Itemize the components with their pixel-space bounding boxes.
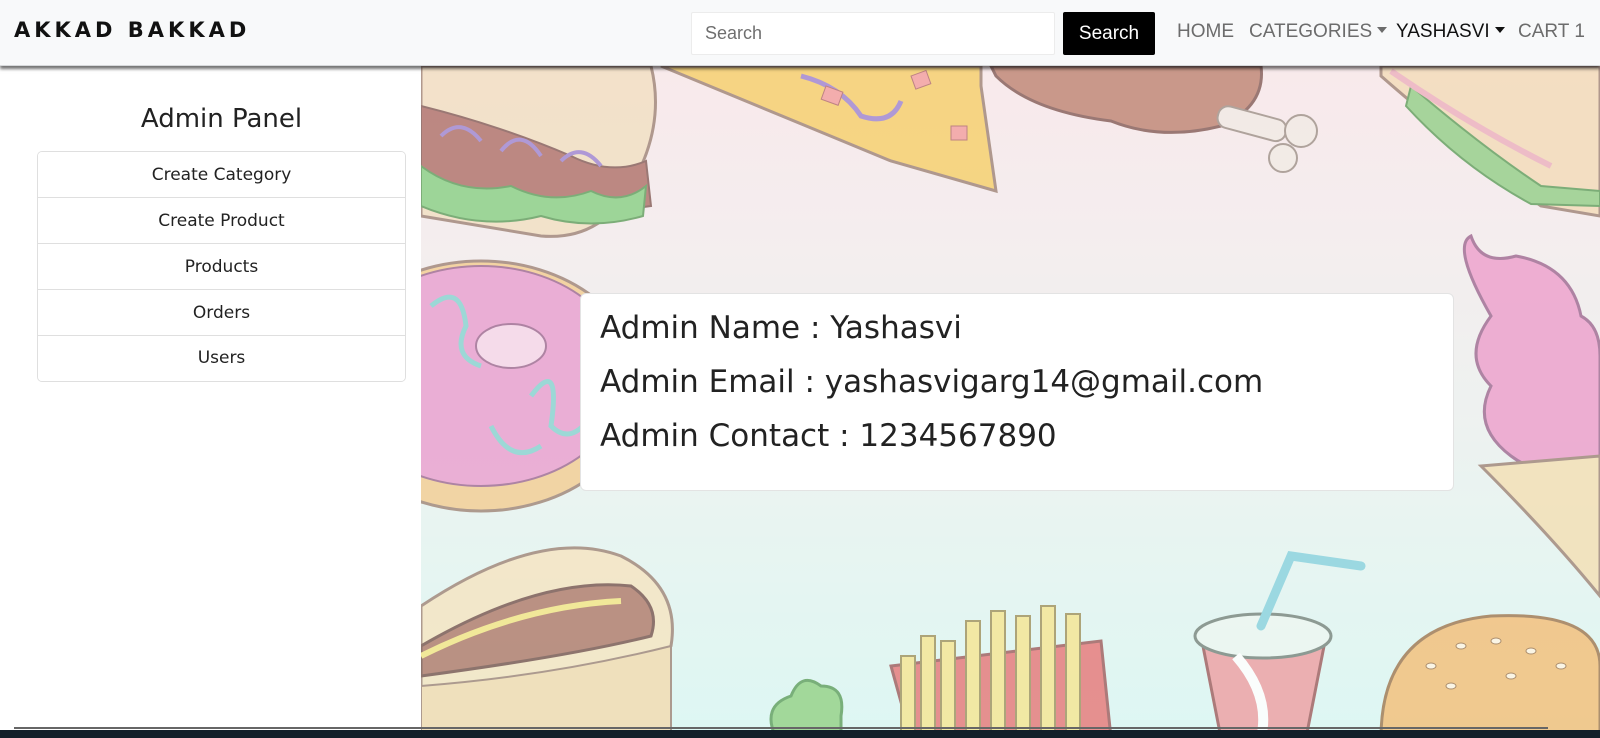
caret-down-icon: [1377, 27, 1388, 33]
search-button[interactable]: Search: [1063, 12, 1155, 55]
nav-categories-label: CATEGORIES: [1249, 21, 1373, 42]
nav-home-label: HOME: [1177, 21, 1234, 42]
nav-cart-label: CART 1: [1518, 21, 1585, 42]
menu-item-users[interactable]: Users: [38, 336, 405, 381]
brand-logo[interactable]: AKKAD BAKKAD: [14, 18, 250, 42]
menu-item-products[interactable]: Products: [38, 244, 405, 290]
top-navbar: AKKAD BAKKAD Search HOME CATEGORIES YASH…: [0, 0, 1600, 66]
admin-panel-title: Admin Panel: [140, 104, 303, 134]
nav-user-label: YASHASVI: [1396, 21, 1490, 42]
caret-down-icon: [1494, 27, 1505, 33]
nav-home-link[interactable]: HOME: [1177, 21, 1234, 43]
menu-item-create-product[interactable]: Create Product: [38, 198, 405, 244]
nav-user-dropdown[interactable]: YASHASVI: [1396, 21, 1505, 43]
footer: [0, 730, 1600, 738]
admin-menu: Create Category Create Product Products …: [37, 151, 406, 382]
nav-cart-link[interactable]: CART 1: [1518, 21, 1585, 43]
menu-item-orders[interactable]: Orders: [38, 290, 405, 336]
admin-contact-text: Admin Contact : 1234567890: [600, 418, 1057, 454]
nav-categories-dropdown[interactable]: CATEGORIES: [1249, 21, 1388, 43]
admin-email-text: Admin Email : yashasvigarg14@gmail.com: [600, 364, 1264, 400]
admin-info-card: Admin Name : Yashasvi Admin Email : yash…: [580, 293, 1454, 491]
admin-name-text: Admin Name : Yashasvi: [600, 310, 962, 346]
menu-item-create-category[interactable]: Create Category: [38, 152, 405, 198]
search-input[interactable]: [691, 12, 1055, 55]
footer-divider: [14, 727, 1548, 729]
